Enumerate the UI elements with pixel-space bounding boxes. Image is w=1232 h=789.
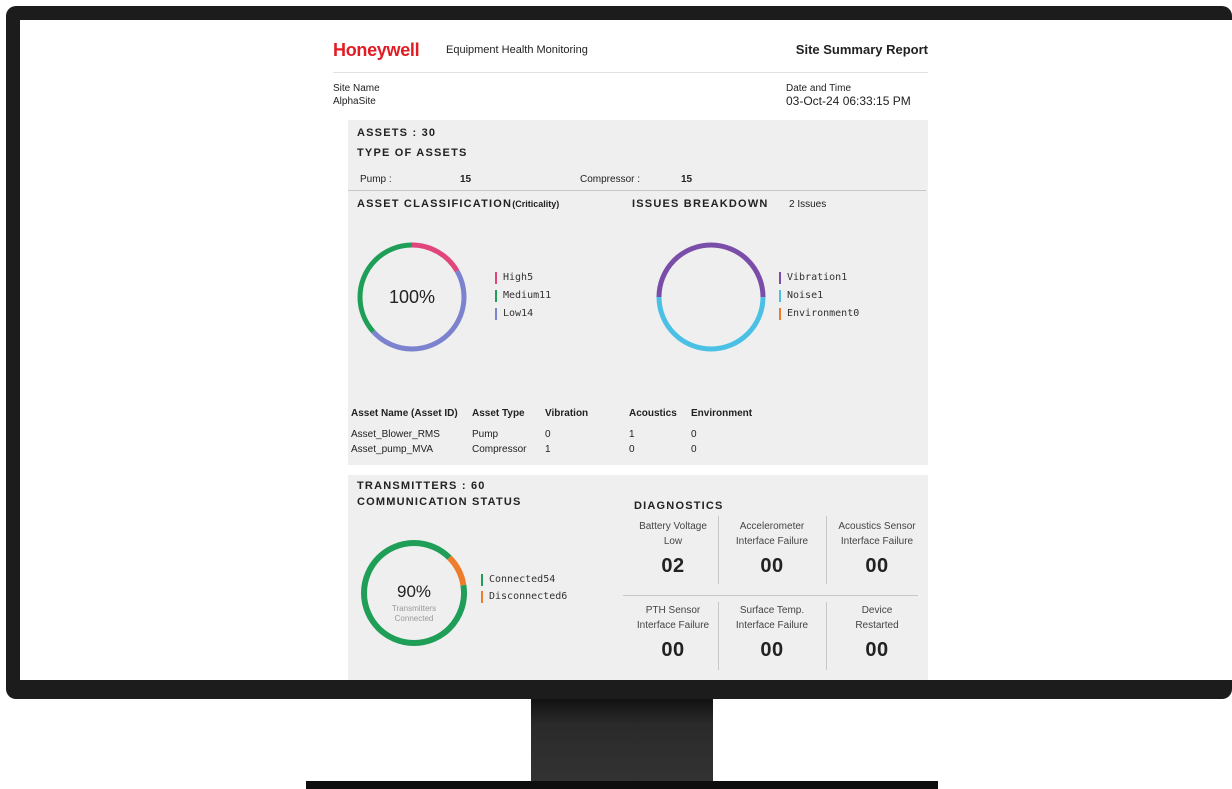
legend-item-low: Low 14 (495, 305, 551, 323)
diag-accelerometer: Accelerometer Interface Failure 00 (735, 521, 809, 577)
legend-item-noise: Noise 1 (779, 287, 859, 305)
legend-swatch-high (495, 272, 497, 284)
table-header: Acoustics (629, 408, 677, 419)
legend-item-high: High 5 (495, 269, 551, 287)
diag-device-restarted: Device Restarted 00 (855, 605, 899, 661)
communication-legend: Connected 54 Disconnected 6 (481, 571, 567, 605)
site-info: Site Name AlphaSite (333, 82, 380, 108)
date-value: 03-Oct-24 06:33:15 PM (786, 94, 911, 108)
table-header: Asset Type (472, 408, 525, 419)
type-of-assets-title: TYPE OF ASSETS (357, 147, 468, 159)
app-title: Equipment Health Monitoring (446, 44, 588, 56)
report-header: Honeywell Equipment Health Monitoring Si… (333, 38, 928, 73)
legend-item-environment: Environment 0 (779, 305, 859, 323)
table-cell: Pump (472, 429, 499, 440)
table-cell: 0 (691, 444, 697, 455)
table-cell: 1 (629, 429, 635, 440)
issues-breakdown-donut (656, 242, 766, 352)
communication-status-title: COMMUNICATION STATUS (357, 496, 522, 508)
diag-surface-temp: Surface Temp. Interface Failure 00 (735, 605, 809, 661)
site-summary-report: Honeywell Equipment Health Monitoring Si… (313, 20, 938, 680)
table-cell: Compressor (472, 444, 527, 455)
asset-type-compressor-label: Compressor : (580, 174, 641, 185)
diag-acoustics-sensor: Acoustics Sensor Interface Failure 00 (838, 521, 916, 577)
site-name-value: AlphaSite (333, 96, 376, 107)
diagnostics-title: DIAGNOSTICS (634, 500, 724, 512)
legend-item-medium: Medium 11 (495, 287, 551, 305)
table-cell: 0 (629, 444, 635, 455)
legend-swatch-disconnected (481, 590, 483, 603)
table-header: Asset Name (Asset ID) (351, 408, 458, 419)
issues-count: 2 Issues (789, 199, 827, 210)
asset-classification-donut: 100% (357, 242, 467, 352)
legend-swatch-environment (779, 308, 781, 320)
legend-swatch-noise (779, 290, 781, 302)
legend-item-disconnected: Disconnected 6 (481, 588, 567, 605)
communication-center-label: Transmitters (392, 604, 436, 613)
assets-panel: ASSETS : 30 TYPE OF ASSETS Pump : 15 Com… (348, 120, 928, 465)
legend-swatch-vibration (779, 272, 781, 284)
honeywell-logo: Honeywell (333, 40, 420, 60)
issues-legend: Vibration 1 Noise 1 Environment 0 (779, 269, 859, 323)
diag-battery-voltage: Battery Voltage Low 02 (639, 521, 707, 577)
report-title: Site Summary Report (795, 42, 928, 57)
site-name-label: Site Name (333, 83, 380, 94)
table-cell: Asset_pump_MVA (351, 444, 434, 455)
legend-swatch-connected (481, 573, 483, 586)
asset-type-pump-label: Pump : (360, 174, 392, 185)
monitor-screen: Honeywell Equipment Health Monitoring Si… (20, 20, 1232, 680)
table-cell: 0 (691, 429, 697, 440)
legend-item-vibration: Vibration 1 (779, 269, 859, 287)
divider (348, 190, 926, 191)
issues-breakdown-title: ISSUES BREAKDOWN (632, 198, 769, 210)
legend-swatch-medium (495, 290, 497, 302)
legend-item-connected: Connected 54 (481, 571, 567, 588)
asset-type-compressor-count: 15 (681, 174, 693, 185)
communication-status-donut: 90% Transmitters Connected (361, 540, 467, 646)
diag-pth-sensor: PTH Sensor Interface Failure 00 (636, 605, 710, 661)
table-header: Environment (691, 408, 753, 419)
table-cell: 1 (545, 444, 551, 455)
date-info: Date and Time 03-Oct-24 06:33:15 PM (786, 82, 911, 108)
asset-classification-title: ASSET CLASSIFICATION(Criticality) (357, 198, 560, 210)
communication-center-value: 90% (397, 582, 431, 601)
divider (623, 595, 918, 596)
communication-center-label: Connected (395, 614, 434, 623)
asset-classification-legend: High 5 Medium 11 Low 14 (495, 269, 551, 323)
table-cell: Asset_Blower_RMS (351, 429, 440, 440)
transmitters-panel: TRANSMITTERS : 60 COMMUNICATION STATUS 9… (348, 475, 928, 680)
asset-type-pump-count: 15 (460, 174, 472, 185)
assets-title: ASSETS : 30 (357, 127, 437, 139)
table-cell: 0 (545, 429, 551, 440)
monitor-stand-neck (531, 699, 713, 783)
transmitters-title: TRANSMITTERS : 60 (357, 480, 486, 492)
table-header: Vibration (545, 408, 589, 419)
monitor-stand-base (306, 781, 938, 789)
legend-swatch-low (495, 308, 497, 320)
asset-classification-center: 100% (389, 287, 435, 307)
